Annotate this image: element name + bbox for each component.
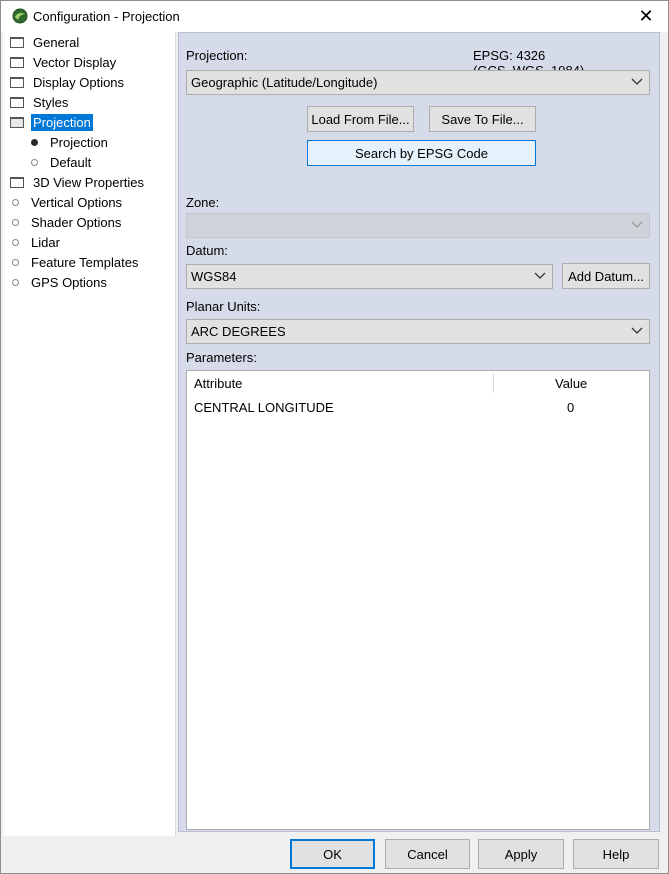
column-header-attribute[interactable]: Attribute (194, 371, 242, 395)
tree-item-shader-options[interactable]: Shader Options (8, 212, 123, 232)
window-title: Configuration - Projection (33, 9, 180, 24)
tree-item-display-options[interactable]: Display Options (10, 72, 126, 92)
bullet-icon (31, 138, 38, 146)
chevron-down-icon (631, 78, 643, 85)
zone-select[interactable] (186, 213, 650, 238)
close-button[interactable]: ✕ (624, 1, 668, 32)
tree-item-label: Shader Options (31, 214, 122, 230)
folder-icon (10, 76, 24, 88)
planar-units-select[interactable]: ARC DEGREES (186, 319, 650, 344)
dialog-footer: OK Cancel Apply Help (1, 836, 668, 873)
tree-item-styles[interactable]: Styles (10, 92, 70, 112)
options-tree: General Vector Display Display Options S… (3, 32, 176, 836)
datum-value: WGS84 (191, 269, 237, 284)
tree-item-projection[interactable]: Projection (10, 112, 93, 132)
ok-button[interactable]: OK (290, 839, 375, 869)
tree-item-label: Styles (33, 94, 69, 110)
tree-item-label: 3D View Properties (33, 174, 145, 190)
tree-item-label: Display Options (33, 74, 125, 90)
tree-item-projection-child[interactable]: Projection (27, 132, 110, 152)
column-divider[interactable] (493, 373, 494, 393)
close-icon: ✕ (638, 6, 654, 26)
globe-icon (12, 8, 28, 24)
tree-item-vertical-options[interactable]: Vertical Options (8, 192, 124, 212)
tree-item-vector-display[interactable]: Vector Display (10, 52, 118, 72)
attribute-cell: CENTRAL LONGITUDE (194, 400, 334, 415)
tree-item-label: Default (50, 154, 92, 170)
tree-item-feature-templates[interactable]: Feature Templates (8, 252, 140, 272)
tree-item-3d-view-properties[interactable]: 3D View Properties (10, 172, 146, 192)
tree-item-general[interactable]: General (10, 32, 81, 52)
tree-item-label: Projection (31, 113, 93, 131)
folder-open-icon (10, 116, 24, 128)
projection-label: Projection: (186, 48, 248, 63)
chevron-down-icon (534, 272, 546, 279)
configuration-window: Configuration - Projection ✕ General Vec… (0, 0, 669, 874)
chevron-down-icon (631, 221, 643, 228)
bullet-icon (12, 278, 19, 286)
projection-select[interactable]: Geographic (Latitude/Longitude) (186, 70, 650, 95)
planar-units-value: ARC DEGREES (191, 324, 286, 339)
bullet-icon (12, 238, 19, 246)
tree-item-default[interactable]: Default (27, 152, 93, 172)
folder-icon (10, 176, 24, 188)
tree-item-label: GPS Options (31, 274, 107, 290)
bullet-icon (12, 258, 19, 266)
tree-item-label: Lidar (31, 234, 60, 250)
save-to-file-button[interactable]: Save To File... (429, 106, 536, 132)
tree-item-lidar[interactable]: Lidar (8, 232, 62, 252)
help-button[interactable]: Help (573, 839, 659, 869)
zone-label: Zone: (186, 195, 220, 210)
chevron-down-icon (631, 327, 643, 334)
cancel-button[interactable]: Cancel (385, 839, 470, 869)
tree-item-label: Feature Templates (31, 254, 139, 270)
projection-value: Geographic (Latitude/Longitude) (191, 75, 378, 90)
datum-select[interactable]: WGS84 (186, 264, 553, 289)
planar-units-label: Planar Units: (186, 299, 261, 314)
tree-item-label: Vertical Options (31, 194, 123, 210)
projection-panel: Projection: EPSG: 4326 (GCS_WGS_1984) Ge… (178, 32, 660, 832)
load-from-file-button[interactable]: Load From File... (307, 106, 414, 132)
bullet-icon (31, 158, 38, 166)
column-header-value[interactable]: Value (555, 371, 587, 395)
datum-label: Datum: (186, 243, 228, 258)
add-datum-button[interactable]: Add Datum... (562, 263, 650, 289)
folder-icon (10, 56, 24, 68)
tree-item-label: General (33, 34, 80, 50)
folder-icon (10, 36, 24, 48)
title-bar: Configuration - Projection ✕ (1, 1, 668, 32)
apply-button[interactable]: Apply (478, 839, 564, 869)
search-by-epsg-button[interactable]: Search by EPSG Code (307, 140, 536, 166)
parameters-table[interactable]: Attribute Value CENTRAL LONGITUDE 0 (186, 370, 650, 830)
tree-item-gps-options[interactable]: GPS Options (8, 272, 109, 292)
value-cell: 0 (567, 400, 575, 415)
tree-item-label: Projection (50, 134, 108, 150)
bullet-icon (12, 218, 19, 226)
folder-icon (10, 96, 24, 108)
tree-item-label: Vector Display (33, 54, 117, 70)
bullet-icon (12, 198, 19, 206)
parameters-label: Parameters: (186, 350, 257, 365)
